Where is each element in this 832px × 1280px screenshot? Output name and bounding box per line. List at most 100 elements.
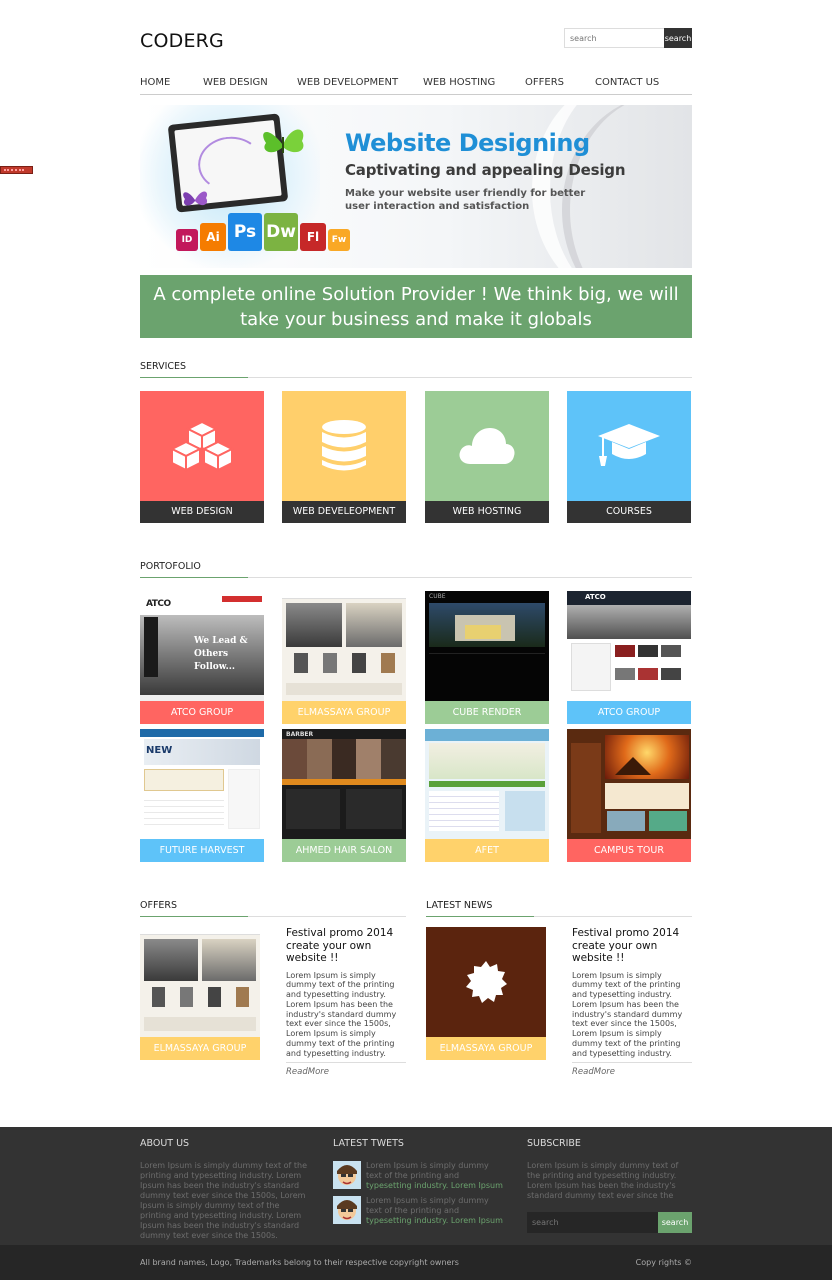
- portfolio-item-atco[interactable]: ATCO We Lead & Others Follow... ATCO GRO…: [140, 591, 264, 724]
- portfolio-item-future-harvest[interactable]: NEW FUTURE HARVEST: [140, 729, 264, 862]
- service-web-development[interactable]: WEB DEVELEOPMENT: [282, 391, 406, 523]
- portfolio-caption: AFET: [425, 839, 549, 862]
- offer-readmore-link[interactable]: ReadMore: [286, 1067, 406, 1077]
- cubes-icon: [170, 420, 234, 472]
- portfolio-thumbnail: BARBER: [282, 729, 406, 839]
- bottom-bar: All brand names, Logo, Trademarks belong…: [0, 1245, 832, 1280]
- tweet-link[interactable]: typesetting industry. Lorem Ipsum: [366, 1216, 503, 1225]
- tweet-text: Lorem Ipsum is simply dummy text of the …: [366, 1161, 489, 1180]
- dreamweaver-icon: Dw: [264, 213, 298, 251]
- badge-icon: [466, 961, 507, 1003]
- photoshop-icon: Ps: [228, 213, 262, 251]
- portfolio-heading: PORTOFOLIO: [140, 561, 692, 578]
- service-label: WEB DESIGN: [140, 501, 264, 523]
- news-text-card: Festival promo 2014 create your own webs…: [572, 927, 692, 1077]
- service-courses[interactable]: COURSES: [567, 391, 691, 523]
- portfolio-caption: CAMPUS TOUR: [567, 839, 691, 862]
- tweet-item: Lorem Ipsum is simply dummy text of the …: [333, 1161, 503, 1191]
- news-headline[interactable]: Festival promo 2014 create your own webs…: [572, 927, 692, 965]
- avatar: [333, 1161, 361, 1189]
- database-icon: [322, 420, 366, 471]
- news-readmore-link[interactable]: ReadMore: [572, 1067, 692, 1077]
- portfolio-item-campus-tour[interactable]: CAMPUS TOUR: [567, 729, 691, 862]
- illustrator-icon: Ai: [200, 223, 226, 251]
- news-caption: ELMASSAYA GROUP: [426, 1037, 546, 1060]
- header-search: search: [564, 28, 692, 48]
- portfolio-item-elmassaya[interactable]: ELMASSAYA GROUP: [282, 591, 406, 724]
- offer-caption: ELMASSAYA GROUP: [140, 1037, 260, 1060]
- tweet-link[interactable]: typesetting industry. Lorem Ipsum: [366, 1181, 503, 1190]
- portfolio-caption: AHMED HAIR SALON: [282, 839, 406, 862]
- portfolio-thumbnail: CUBE: [425, 591, 549, 701]
- news-body: Lorem Ipsum is simply dummy text of the …: [572, 970, 683, 1058]
- copyright-label: Copy rights ©: [635, 1258, 692, 1267]
- banner-headline: Website Designing: [345, 129, 590, 157]
- banner-text: Make your website user friendly for bett…: [345, 188, 586, 212]
- flash-icon: Fl: [300, 223, 326, 251]
- software-icons: ID Ai Ps Dw Fl Fw: [176, 213, 352, 251]
- service-web-hosting[interactable]: WEB HOSTING: [425, 391, 549, 523]
- service-label: WEB DEVELEOPMENT: [282, 501, 406, 523]
- main-nav: HOME WEB DESIGN WEB DEVELOPMENT WEB HOST…: [140, 77, 692, 95]
- site-logo[interactable]: CODERG: [140, 30, 224, 52]
- avatar: [333, 1196, 361, 1224]
- nav-web-development[interactable]: WEB DEVELOPMENT: [297, 77, 398, 88]
- indesign-icon: ID: [176, 229, 198, 251]
- hero-banner: ID Ai Ps Dw Fl Fw Website Designing Capt…: [140, 105, 692, 268]
- graduation-cap-icon: [598, 424, 660, 466]
- purple-butterfly-icon: [183, 191, 208, 206]
- tagline-banner: A complete online Solution Provider ! We…: [140, 275, 692, 338]
- service-label: WEB HOSTING: [425, 501, 549, 523]
- nav-home[interactable]: HOME: [140, 77, 170, 88]
- portfolio-thumbnail: ATCO We Lead & Others Follow...: [140, 591, 264, 701]
- services-heading: SERVICES: [140, 361, 692, 378]
- nav-offers[interactable]: OFFERS: [525, 77, 564, 88]
- offer-body: Lorem Ipsum is simply dummy text of the …: [286, 970, 397, 1058]
- nav-contact-us[interactable]: CONTACT US: [595, 77, 659, 88]
- news-image-card[interactable]: ELMASSAYA GROUP: [426, 927, 546, 1060]
- portfolio-thumbnail: [567, 729, 691, 839]
- offer-thumbnail: [140, 927, 260, 1037]
- about-text: Lorem Ipsum is simply dummy text of the …: [140, 1161, 308, 1240]
- service-label: COURSES: [567, 501, 691, 523]
- banner-subheadline: Captivating and appealing Design: [345, 161, 626, 179]
- portfolio-item-atco-2[interactable]: ATCO ATCO GROUP: [567, 591, 691, 724]
- portfolio-thumbnail: [282, 591, 406, 701]
- nav-web-hosting[interactable]: WEB HOSTING: [423, 77, 495, 88]
- about-heading: ABOUT US: [140, 1138, 190, 1149]
- portfolio-item-ahmed-hair-salon[interactable]: BARBER AHMED HAIR SALON: [282, 729, 406, 862]
- portfolio-thumbnail: ATCO: [567, 591, 691, 701]
- subscribe-heading: SUBSCRIBE: [527, 1138, 581, 1149]
- tweets-heading: LATEST TWETS: [333, 1138, 404, 1149]
- portfolio-caption: FUTURE HARVEST: [140, 839, 264, 862]
- portfolio-caption: ELMASSAYA GROUP: [282, 701, 406, 724]
- fireworks-icon: Fw: [328, 229, 350, 251]
- portfolio-thumbnail: [425, 729, 549, 839]
- portfolio-thumbnail: NEW: [140, 729, 264, 839]
- nav-web-design[interactable]: WEB DESIGN: [203, 77, 268, 88]
- portfolio-caption: ATCO GROUP: [567, 701, 691, 724]
- subscribe-input[interactable]: [527, 1212, 658, 1233]
- subscribe-button[interactable]: search: [658, 1212, 692, 1233]
- offer-text-card: Festival promo 2014 create your own webs…: [286, 927, 406, 1077]
- subscribe-text: Lorem Ipsum is simply dummy text of the …: [527, 1161, 679, 1200]
- side-tab-marker[interactable]: [0, 166, 33, 174]
- subscribe-form: search: [527, 1212, 692, 1233]
- tweet-item: Lorem Ipsum is simply dummy text of the …: [333, 1196, 503, 1226]
- tweet-text: Lorem Ipsum is simply dummy text of the …: [366, 1196, 489, 1215]
- cloud-icon: [459, 428, 515, 464]
- service-web-design[interactable]: WEB DESIGN: [140, 391, 264, 523]
- portfolio-caption: CUBE RENDER: [425, 701, 549, 724]
- search-button[interactable]: search: [664, 28, 692, 48]
- news-heading: LATEST NEWS: [426, 900, 692, 917]
- offer-headline[interactable]: Festival promo 2014 create your own webs…: [286, 927, 406, 965]
- portfolio-item-cube-render[interactable]: CUBE CUBE RENDER: [425, 591, 549, 724]
- portfolio-item-afet[interactable]: AFET: [425, 729, 549, 862]
- copyright-note: All brand names, Logo, Trademarks belong…: [140, 1258, 459, 1267]
- green-butterfly-icon: [263, 129, 304, 153]
- offers-heading: OFFERS: [140, 900, 406, 917]
- portfolio-caption: ATCO GROUP: [140, 701, 264, 724]
- search-input[interactable]: [564, 28, 664, 48]
- offer-image-card[interactable]: ELMASSAYA GROUP: [140, 927, 260, 1060]
- news-thumbnail: [426, 927, 546, 1037]
